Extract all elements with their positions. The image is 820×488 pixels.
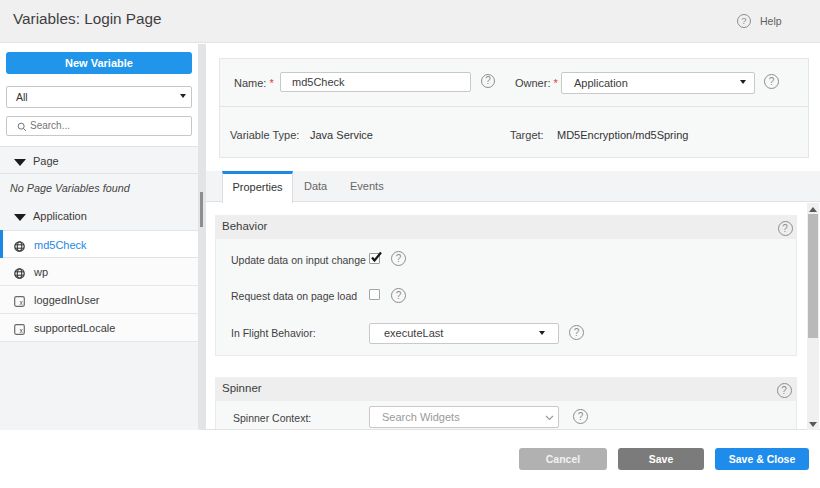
svg-text:x: x — [20, 299, 24, 306]
svg-text:x: x — [20, 327, 24, 334]
